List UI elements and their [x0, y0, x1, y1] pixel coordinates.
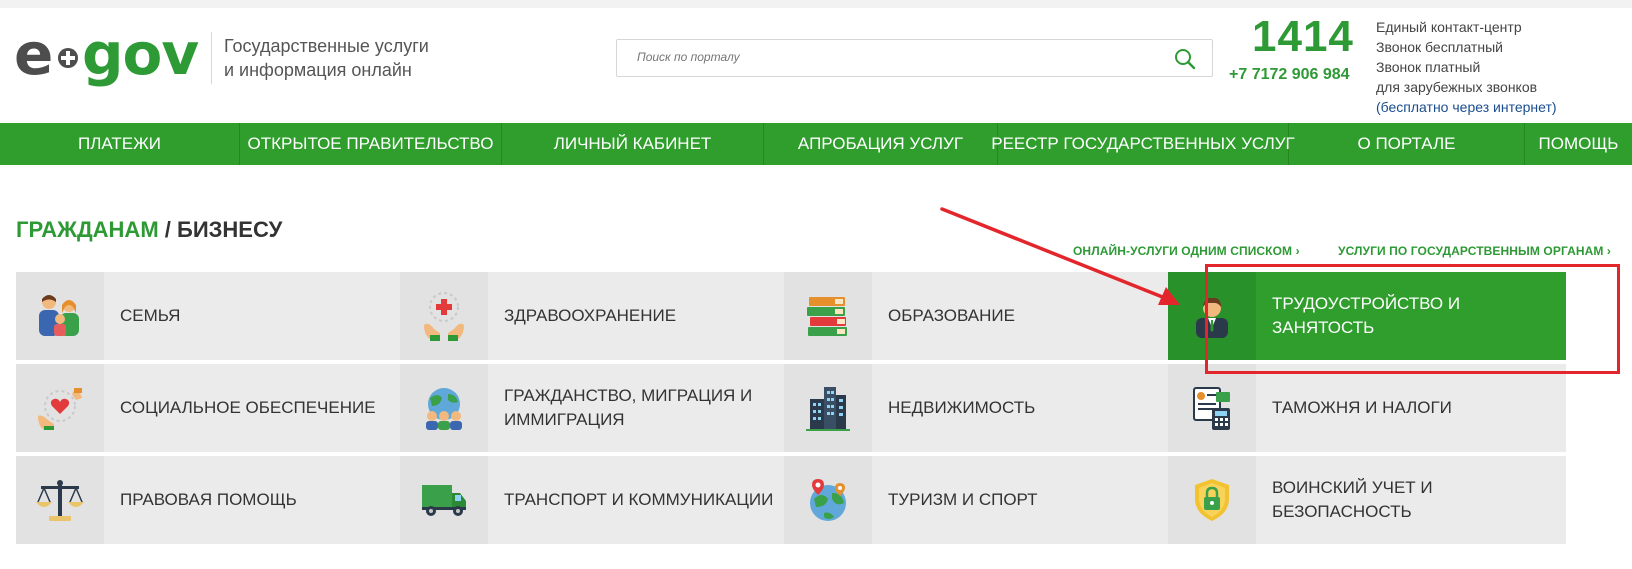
- category-label: ТРАНСПОРТ И КОММУНИКАЦИИ: [504, 490, 774, 509]
- logo-plus-icon: [58, 48, 78, 68]
- link-services-by-agency[interactable]: УСЛУГИ ПО ГОСУДАРСТВЕННЫМ ОРГАНАМ ›: [1338, 244, 1611, 258]
- scales-icon: [16, 456, 104, 544]
- search-box: [616, 39, 1213, 77]
- truck-icon: [400, 456, 488, 544]
- nav-item-payments[interactable]: ПЛАТЕЖИ: [0, 123, 240, 165]
- annotation-arrow-icon: [940, 207, 1180, 305]
- category-label: ВОИНСКИЙ УЧЕТ И БЕЗОПАСНОСТЬ: [1272, 478, 1433, 521]
- tab-business[interactable]: БИЗНЕСУ: [177, 217, 282, 242]
- category-tile-tourism-sport[interactable]: ТУРИЗМ И СПОРТ: [784, 456, 1182, 544]
- customs-taxes-icon: [1168, 364, 1256, 452]
- category-tile-legal-aid[interactable]: ПРАВОВАЯ ПОМОЩЬ: [16, 456, 414, 544]
- family-icon: [16, 272, 104, 360]
- category-label: НЕДВИЖИМОСТЬ: [888, 398, 1036, 417]
- title-separator: /: [158, 217, 177, 242]
- contact-line: Единый контакт-центр: [1376, 19, 1522, 35]
- site-tagline: Государственные услуги и информация онла…: [224, 34, 429, 82]
- contact-info: Единый контакт-центр Звонок бесплатный З…: [1376, 17, 1557, 117]
- nav-item-about[interactable]: О ПОРТАЛЕ: [1289, 123, 1525, 165]
- tagline-line-2: и информация онлайн: [224, 60, 412, 80]
- logo-divider: [211, 32, 212, 84]
- globe-people-icon: [400, 364, 488, 452]
- nav-item-personal-account[interactable]: ЛИЧНЫЙ КАБИНЕТ: [502, 123, 764, 165]
- contact-line: Звонок бесплатный: [1376, 39, 1503, 55]
- healthcare-icon: [400, 272, 488, 360]
- logo-e: e: [14, 20, 54, 88]
- annotation-highlight-box: [1205, 264, 1620, 374]
- category-label: ГРАЖДАНСТВО, МИГРАЦИЯ И ИММИГРАЦИЯ: [504, 386, 753, 429]
- category-label: ТАМОЖНЯ И НАЛОГИ: [1272, 398, 1452, 417]
- contact-line: Звонок платный: [1376, 59, 1481, 75]
- contact-internet-link[interactable]: (бесплатно через интернет): [1376, 97, 1557, 117]
- tab-citizens[interactable]: ГРАЖДАНАМ: [16, 217, 159, 242]
- category-tile-customs-taxes[interactable]: ТАМОЖНЯ И НАЛОГИ: [1168, 364, 1566, 452]
- category-tile-real-estate[interactable]: НЕДВИЖИМОСТЬ: [784, 364, 1182, 452]
- category-label: СЕМЬЯ: [120, 306, 181, 325]
- tagline-line-1: Государственные услуги: [224, 36, 429, 56]
- category-tile-military-security[interactable]: ВОИНСКИЙ УЧЕТ И БЕЗОПАСНОСТЬ: [1168, 456, 1566, 544]
- logo-gov: gov: [82, 20, 199, 88]
- shield-lock-icon: [1168, 456, 1256, 544]
- category-tile-healthcare[interactable]: ЗДРАВООХРАНЕНИЕ: [400, 272, 798, 360]
- search-icon[interactable]: [1174, 48, 1196, 70]
- buildings-icon: [784, 364, 872, 452]
- category-label: ЗДРАВООХРАНЕНИЕ: [504, 306, 677, 325]
- search-input[interactable]: [635, 49, 1159, 65]
- nav-item-service-testing[interactable]: АПРОБАЦИЯ УСЛУГ: [764, 123, 998, 165]
- category-tile-transport[interactable]: ТРАНСПОРТ И КОММУНИКАЦИИ: [400, 456, 798, 544]
- nav-item-service-registry[interactable]: РЕЕСТР ГОСУДАРСТВЕННЫХ УСЛУГ: [991, 123, 1295, 165]
- nav-item-help[interactable]: ПОМОЩЬ: [1525, 123, 1632, 165]
- top-strip: [0, 0, 1632, 8]
- category-tile-citizenship[interactable]: ГРАЖДАНСТВО, МИГРАЦИЯ И ИММИГРАЦИЯ: [400, 364, 798, 452]
- main-nav: ПЛАТЕЖИ ОТКРЫТОЕ ПРАВИТЕЛЬСТВО ЛИЧНЫЙ КА…: [0, 123, 1632, 165]
- category-label: ПРАВОВАЯ ПОМОЩЬ: [120, 490, 297, 509]
- books-icon: [784, 272, 872, 360]
- hotline-number: 1414: [1252, 12, 1354, 61]
- paid-phone-number: +7 7172 906 984: [1229, 66, 1350, 83]
- contact-line: для зарубежных звонков: [1376, 79, 1538, 95]
- category-tile-social-care[interactable]: СОЦИАЛЬНОЕ ОБЕСПЕЧЕНИЕ: [16, 364, 414, 452]
- nav-item-open-government[interactable]: ОТКРЫТОЕ ПРАВИТЕЛЬСТВО: [240, 123, 502, 165]
- social-care-icon: [16, 364, 104, 452]
- section-title: ГРАЖДАНАМ / БИЗНЕСУ: [16, 217, 282, 243]
- globe-pins-icon: [784, 456, 872, 544]
- category-label: СОЦИАЛЬНОЕ ОБЕСПЕЧЕНИЕ: [120, 398, 376, 417]
- category-tile-family[interactable]: СЕМЬЯ: [16, 272, 414, 360]
- category-label: ТУРИЗМ И СПОРТ: [888, 490, 1038, 509]
